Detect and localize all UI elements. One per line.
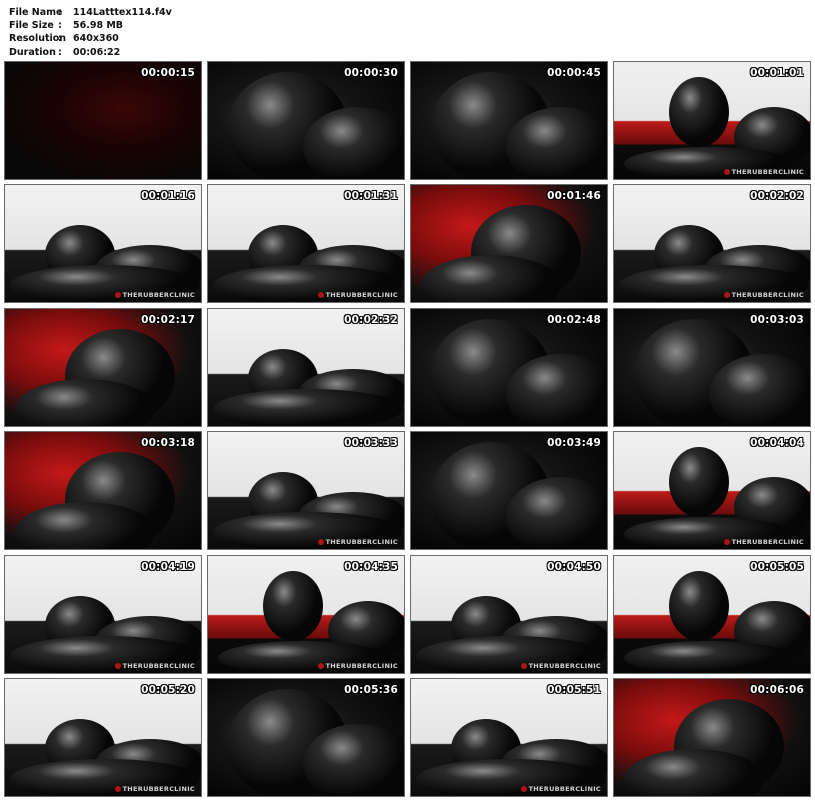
thumbnail-frame: 00:05:51 THERUBBERCLINIC [410, 677, 608, 797]
file-size-separator: : [58, 20, 62, 32]
thumbnail-frame: 00:03:03 [613, 307, 811, 427]
file-name-value: 114Latttex114.f4v [73, 7, 172, 18]
resolution-value: 640x360 [73, 33, 119, 45]
file-name-label: File Name [9, 7, 63, 18]
duration-separator: : [58, 46, 62, 58]
thumbnail-frame: 00:04:35 THERUBBERCLINIC [207, 554, 405, 674]
thumbnail-timestamp: 00:02:02 [750, 190, 804, 203]
thumbnail-grid: 00:00:15 00:00:30 00:00:45 00:01:01 THERUBBE… [4, 61, 811, 797]
thumbnail-watermark: THERUBBERCLINIC [724, 538, 804, 546]
frame-figure-shape [709, 353, 810, 426]
thumbnail-frame: 00:00:45 [410, 61, 608, 180]
file-name-row: File Name : 114Latttex114.f4v [9, 6, 172, 19]
file-size-row: File Size : 56.98 MB [9, 19, 172, 32]
thumbnail-watermark: THERUBBERCLINIC [521, 785, 601, 793]
thumbnail-frame: 00:03:33 THERUBBERCLINIC [207, 431, 405, 551]
resolution-row: Resolution : 640x360 [9, 32, 172, 45]
thumbnail-watermark: THERUBBERCLINIC [115, 662, 195, 670]
frame-figure-shape [421, 255, 561, 303]
thumbnail-frame: 00:05:36 [207, 677, 405, 797]
thumbnail-timestamp: 00:01:16 [141, 190, 195, 203]
thumbnail-timestamp: 00:05:51 [547, 683, 601, 696]
thumbnail-watermark: THERUBBERCLINIC [318, 662, 398, 670]
frame-figure-shape [506, 353, 607, 426]
thumbnail-frame: 00:02:17 [4, 307, 202, 427]
thumbnail-timestamp: 00:04:19 [141, 560, 195, 573]
thumbnail-frame: 00:02:32 [207, 307, 405, 427]
thumbnail-timestamp: 00:03:49 [547, 437, 601, 450]
thumbnail-timestamp: 00:05:05 [750, 560, 804, 573]
thumbnail-frame: 00:03:18 [4, 431, 202, 551]
resolution-separator: : [58, 33, 62, 45]
duration-row: Duration : 00:06:22 [9, 46, 172, 59]
thumbnail-watermark: THERUBBERCLINIC [318, 291, 398, 299]
frame-figure-shape [303, 107, 404, 179]
thumbnail-watermark: THERUBBERCLINIC [724, 291, 804, 299]
frame-figure-shape [303, 723, 404, 796]
thumbnail-timestamp: 00:05:20 [141, 683, 195, 696]
thumbnail-watermark: THERUBBERCLINIC [724, 168, 804, 176]
thumbnail-timestamp: 00:04:04 [750, 437, 804, 450]
thumbnail-frame: 00:05:05 [613, 554, 811, 674]
duration-value: 00:06:22 [73, 46, 121, 58]
file-name-separator: : [58, 7, 62, 18]
file-size-label: File Size [9, 20, 54, 32]
thumbnail-frame: 00:00:30 [207, 61, 405, 180]
duration-label: Duration [9, 46, 56, 58]
thumbnail-timestamp: 00:01:01 [750, 67, 804, 79]
thumbnail-timestamp: 00:01:46 [547, 190, 601, 203]
thumbnail-timestamp: 00:04:50 [547, 560, 601, 573]
frame-figure-shape [669, 570, 729, 641]
file-info-panel: File Name : 114Latttex114.f4v File Size … [9, 6, 172, 59]
thumbnail-timestamp: 00:05:36 [344, 683, 398, 696]
thumbnail-watermark: THERUBBERCLINIC [115, 291, 195, 299]
thumbnail-watermark: THERUBBERCLINIC [115, 785, 195, 793]
thumbnail-timestamp: 00:00:45 [547, 67, 601, 79]
thumbnail-frame: 00:04:04 THERUBBERCLINIC [613, 431, 811, 551]
thumbnail-timestamp: 00:04:35 [344, 560, 398, 573]
frame-figure-shape [669, 447, 729, 518]
thumbnail-frame: 00:02:48 [410, 307, 608, 427]
thumbnail-timestamp: 00:02:17 [141, 313, 195, 326]
thumbnail-frame: 00:01:01 THERUBBERCLINIC [613, 61, 811, 180]
thumbnail-watermark: THERUBBERCLINIC [521, 662, 601, 670]
thumbnail-frame: 00:00:15 [4, 61, 202, 180]
frame-figure-shape [669, 77, 729, 147]
thumbnail-timestamp: 00:03:18 [141, 437, 195, 450]
resolution-label: Resolution [9, 33, 67, 45]
frame-figure-shape [506, 107, 607, 179]
frame-figure-shape [506, 477, 607, 550]
thumbnail-frame: 00:06:06 [613, 677, 811, 797]
thumbnail-frame: 00:04:19 THERUBBERCLINIC [4, 554, 202, 674]
thumbnail-frame: 00:02:02 THERUBBERCLINIC [613, 184, 811, 304]
thumbnail-timestamp: 00:06:06 [750, 683, 804, 696]
frame-figure-shape [263, 570, 323, 641]
file-size-value: 56.98 MB [73, 20, 124, 32]
frame-figure-shape [213, 388, 403, 426]
thumbnail-frame: 00:01:46 [410, 184, 608, 304]
thumbnail-frame: 00:03:49 [410, 431, 608, 551]
thumbnail-timestamp: 00:02:32 [344, 313, 398, 326]
frame-figure-shape [624, 640, 794, 673]
thumbnail-frame: 00:05:20 THERUBBERCLINIC [4, 677, 202, 797]
thumbnail-watermark: THERUBBERCLINIC [318, 538, 398, 546]
thumbnail-timestamp: 00:02:48 [547, 313, 601, 326]
thumbnail-timestamp: 00:00:30 [344, 67, 398, 79]
thumbnail-frame: 00:01:16 THERUBBERCLINIC [4, 184, 202, 304]
thumbnail-timestamp: 00:01:31 [344, 190, 398, 203]
thumbnail-frame: 00:04:50 THERUBBERCLINIC [410, 554, 608, 674]
thumbnail-frame: 00:01:31 THERUBBERCLINIC [207, 184, 405, 304]
thumbnail-timestamp: 00:03:03 [750, 313, 804, 326]
thumbnail-timestamp: 00:03:33 [344, 437, 398, 450]
thumbnail-timestamp: 00:00:15 [141, 67, 195, 79]
